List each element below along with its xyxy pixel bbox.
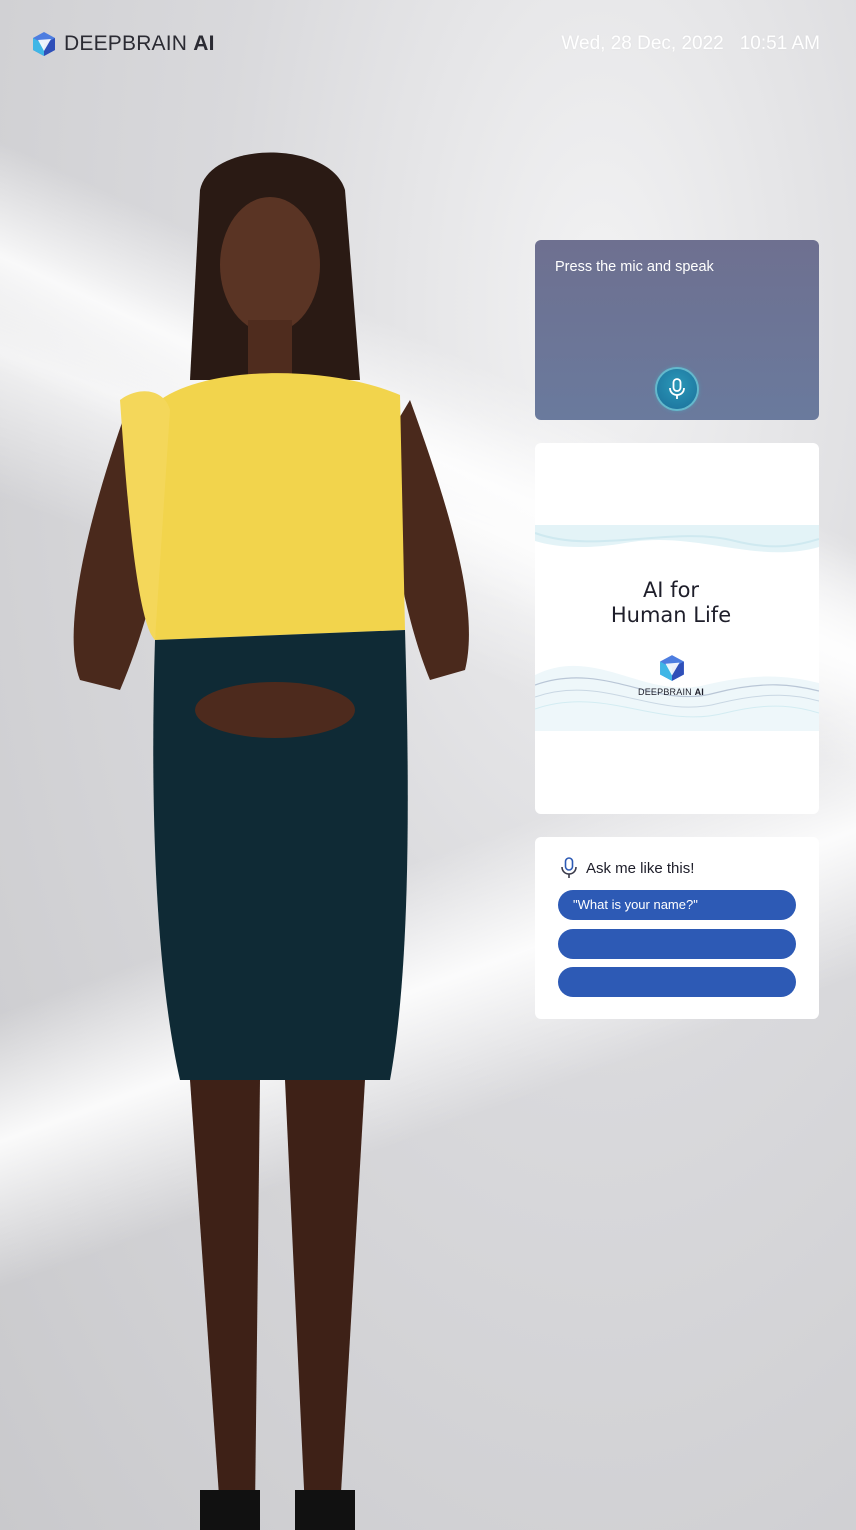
- datetime: Wed, 28 Dec, 2022 10:51 AM: [561, 33, 820, 55]
- speech-prompt: Press the mic and speak: [555, 259, 714, 275]
- ai-for-human-life-banner: AI for Human Life DEEPBRAIN AI: [535, 525, 819, 731]
- suggestions-panel: Ask me like this! "What is your name?": [535, 837, 819, 1019]
- speech-input-panel: Press the mic and speak: [535, 240, 819, 420]
- logo-brand-suffix: AI: [193, 32, 215, 55]
- logo-text: DEEPBRAIN AI: [64, 32, 215, 56]
- date-text: Wed, 28 Dec, 2022: [561, 33, 724, 54]
- banner-title-line1: AI for: [642, 578, 700, 602]
- content-display-panel: AI for Human Life DEEPBRAIN AI: [535, 443, 819, 814]
- suggestion-button[interactable]: [558, 929, 796, 959]
- deepbrain-logo: DEEPBRAIN AI: [32, 30, 215, 58]
- banner-brand-name: DEEPBRAIN: [638, 687, 692, 697]
- microphone-icon: [561, 857, 577, 878]
- wave-decoration: [535, 525, 819, 731]
- microphone-icon: [669, 378, 685, 399]
- banner-brand-suffix: AI: [694, 687, 704, 697]
- suggestions-title: Ask me like this!: [586, 859, 695, 877]
- time-text: 10:51 AM: [739, 33, 820, 54]
- mic-button[interactable]: [657, 369, 697, 409]
- banner-title-line2: Human Life: [610, 603, 732, 627]
- banner-title: AI for Human Life: [535, 578, 807, 628]
- suggestion-button[interactable]: [558, 967, 796, 997]
- banner-brand: DEEPBRAIN AI: [535, 687, 807, 697]
- logo-brand-name: DEEPBRAIN: [64, 32, 188, 55]
- ai-human-avatar: [60, 150, 490, 1530]
- deepbrain-logo-icon: [33, 32, 55, 56]
- header: DEEPBRAIN AI Wed, 28 Dec, 2022 10:51 AM: [0, 0, 856, 90]
- suggestion-button[interactable]: "What is your name?": [558, 890, 796, 920]
- suggestions-header: Ask me like this!: [560, 857, 694, 879]
- avatar-figure: [73, 152, 469, 1530]
- deepbrain-logo-icon: [660, 655, 684, 681]
